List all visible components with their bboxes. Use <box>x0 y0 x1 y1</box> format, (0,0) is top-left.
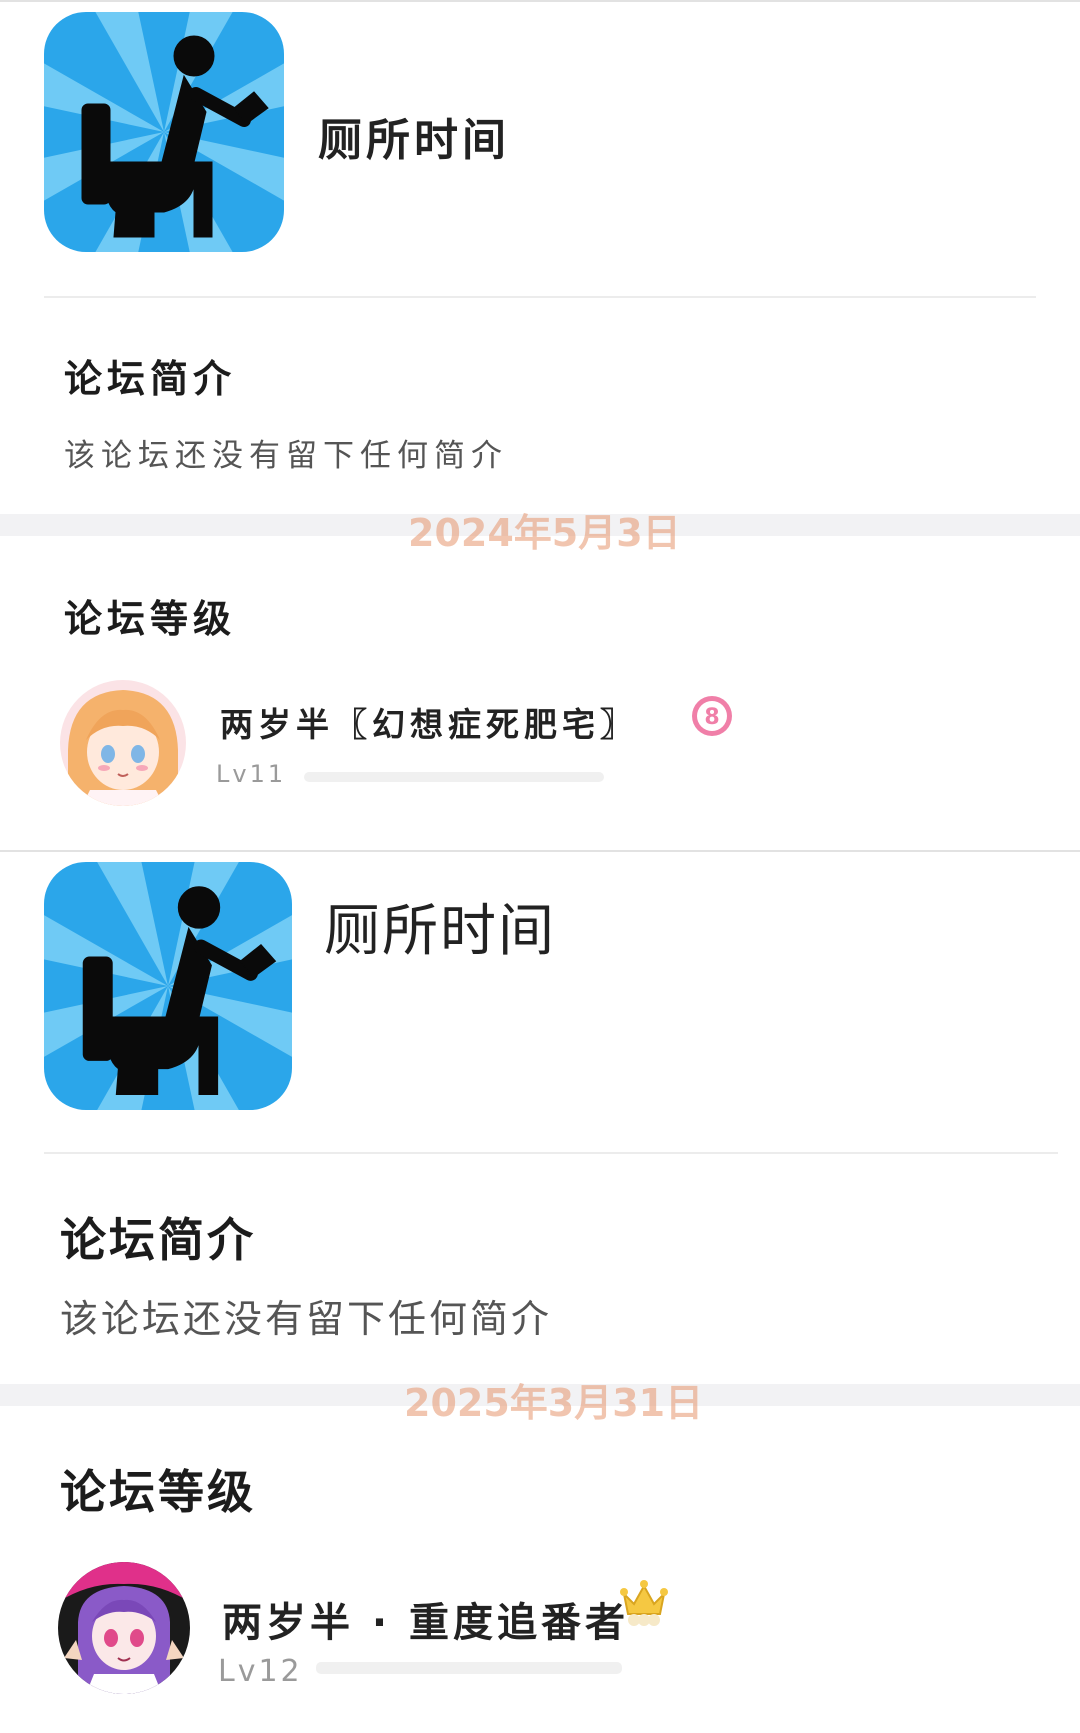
top-divider <box>0 850 1080 852</box>
username[interactable]: 两岁半 · 重度追番者 <box>222 1590 629 1648</box>
forum-snapshot-2025: 厕所时间 论坛简介 该论坛还没有留下任何简介 2025年3月31日 论坛等级 两… <box>0 850 1080 1733</box>
level-progress-bar <box>304 772 604 782</box>
toilet-reading-phone-icon <box>44 862 292 1110</box>
intro-title: 论坛简介 <box>64 357 237 401</box>
toilet-reading-phone-icon <box>44 12 284 252</box>
date-watermark: 2024年5月3日 <box>408 511 681 555</box>
intro-text: 该论坛还没有留下任何简介 <box>64 438 508 474</box>
user-level: Lv12 <box>218 1654 303 1689</box>
user-level: Lv11 <box>216 760 287 788</box>
forum-name: 厕所时间 <box>318 115 510 166</box>
date-watermark: 2025年3月31日 <box>404 1381 704 1425</box>
level-section-title: 论坛等级 <box>64 597 237 641</box>
intro-title: 论坛简介 <box>60 1213 256 1267</box>
level-section-title: 论坛等级 <box>60 1465 256 1519</box>
anime-girl-orange-hair-avatar[interactable] <box>60 680 186 806</box>
divider <box>44 296 1036 298</box>
forum-name: 厕所时间 <box>324 899 556 964</box>
crown-icon <box>618 1576 670 1628</box>
divider <box>44 1152 1058 1154</box>
anime-girl-purple-hair-avatar[interactable] <box>58 1562 190 1694</box>
intro-text: 该论坛还没有留下任何简介 <box>60 1297 553 1341</box>
svg-text:8: 8 <box>704 705 719 730</box>
number-8-badge-icon: 8 <box>690 694 734 738</box>
username[interactable]: 两岁半〖幻想症死肥宅〗 <box>220 698 638 746</box>
top-divider <box>0 0 1080 2</box>
forum-snapshot-2024: 厕所时间 论坛简介 该论坛还没有留下任何简介 2024年5月3日 论坛等级 两岁… <box>0 0 1080 848</box>
level-progress-bar <box>316 1662 622 1674</box>
